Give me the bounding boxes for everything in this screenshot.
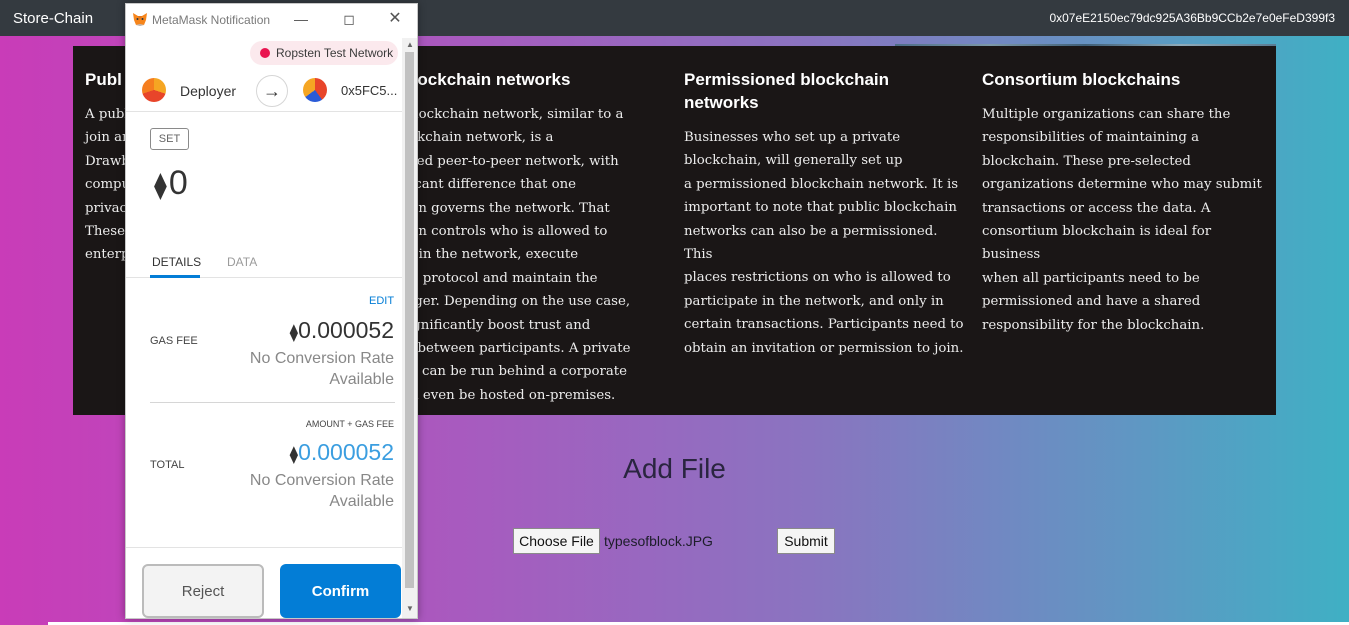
eth-icon: ⧫ [289, 323, 299, 342]
transaction-amount: ⧫0 [154, 164, 188, 203]
eth-icon: ⧫ [154, 170, 167, 200]
metamask-fox-icon [133, 13, 147, 26]
column-text: Multiple organizations can share the res… [982, 107, 1262, 333]
tab-details[interactable]: DETAILS [152, 255, 201, 269]
tab-data[interactable]: DATA [227, 255, 257, 269]
column-text: Businesses who set up a private blockcha… [684, 130, 964, 356]
confirm-button[interactable]: Confirm [280, 564, 401, 618]
brand-link[interactable]: Store-Chain [13, 10, 93, 27]
eth-icon: ⧫ [289, 445, 299, 464]
total-conversion-note: No Conversion Rate Available [249, 472, 394, 510]
gas-fee-label: GAS FEE [150, 335, 198, 347]
column-permissioned: Permissioned blockchain networks Busines… [684, 68, 964, 360]
total-label: TOTAL [150, 459, 185, 471]
tab-bar: DETAILS DATA [126, 250, 402, 278]
total-value: ⧫0.000052 [289, 439, 394, 465]
close-icon[interactable]: ✕ [385, 9, 405, 29]
set-badge: SET [150, 128, 189, 150]
accounts-row: Deployer → 0x5FC5... [126, 70, 402, 112]
minimize-icon[interactable]: — [291, 9, 311, 29]
gas-fee-value: ⧫0.000052 [289, 317, 394, 343]
choose-file-button[interactable]: Choose File [513, 528, 600, 554]
to-avatar [303, 78, 327, 102]
submit-button[interactable]: Submit [777, 528, 835, 554]
column-consortium: Consortium blockchains Multiple organiza… [982, 68, 1267, 337]
from-account-name: Deployer [180, 83, 237, 99]
to-address: 0x5FC5... [341, 83, 398, 98]
scroll-thumb[interactable] [405, 52, 414, 588]
column-private: ate blockchain networks vate blockchain … [373, 68, 673, 407]
column-title: Permissioned blockchain networks [684, 70, 890, 112]
account-address: 0x07eE2150ec79dc925A36Bb9CCb2e7e0eFeD399… [1049, 11, 1335, 25]
column-title: Consortium blockchains [982, 70, 1181, 89]
amount-gas-fee-label: AMOUNT + GAS FEE [305, 419, 394, 429]
column-title: ate blockchain networks [373, 70, 571, 89]
arrow-right-icon: → [256, 75, 288, 107]
reject-button[interactable]: Reject [142, 564, 264, 618]
maximize-icon[interactable]: ◻ [339, 9, 359, 29]
active-tab-indicator [150, 275, 200, 278]
network-status-dot [260, 48, 270, 58]
network-name: Ropsten Test Network [276, 46, 394, 60]
amount-value: 0 [168, 164, 188, 202]
fee-divider [150, 402, 395, 403]
window-title: MetaMask Notification [152, 13, 271, 27]
from-avatar [142, 78, 166, 102]
column-text: vate blockchain network, similar to a ic… [373, 107, 631, 403]
footer-divider [126, 547, 402, 548]
scrollbar[interactable]: ▲ ▼ [402, 38, 417, 618]
selected-file-name: typesofblock.JPG [604, 533, 713, 549]
network-badge[interactable]: Ropsten Test Network [250, 41, 398, 65]
scroll-down-icon[interactable]: ▼ [406, 604, 414, 613]
window-titlebar[interactable]: MetaMask Notification — ◻ ✕ [126, 4, 417, 35]
gas-conversion-note: No Conversion Rate Available [249, 350, 394, 388]
scroll-up-icon[interactable]: ▲ [406, 40, 414, 49]
metamask-notification-window: MetaMask Notification — ◻ ✕ Ropsten Test… [125, 3, 418, 619]
edit-gas-link[interactable]: EDIT [369, 295, 394, 307]
